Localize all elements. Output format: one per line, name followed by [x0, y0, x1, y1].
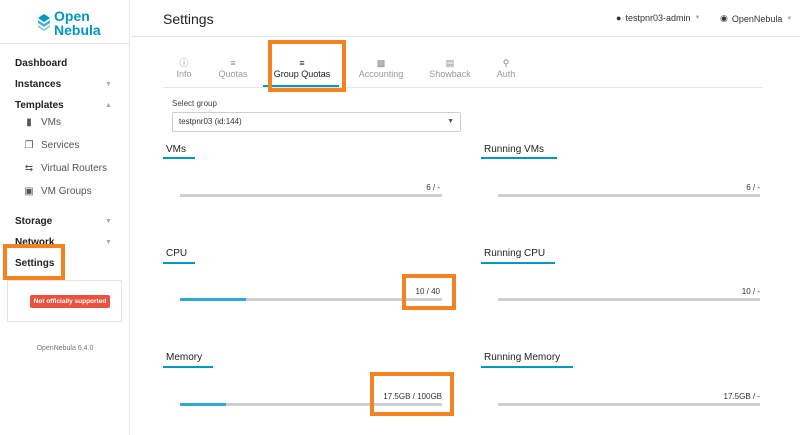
tab-label: Accounting — [358, 69, 404, 79]
chevron-down-icon: ▼ — [694, 15, 701, 21]
sidebar-item-storage[interactable]: Storage — [15, 216, 52, 227]
quota-title-underline — [481, 157, 557, 159]
cloud-logo-icon — [38, 14, 50, 31]
sidebar-item-label: Virtual Routers — [41, 163, 107, 174]
sidebar-item-dashboard[interactable]: Dashboard — [15, 58, 67, 69]
sidebar-item-label: Services — [41, 140, 80, 151]
sidebar-item-label: VMs — [41, 117, 61, 128]
highlight-box-settings — [3, 244, 65, 280]
quota-title-running-memory: Running Memory — [484, 352, 561, 363]
tab-showback[interactable]: ▤ Showback — [427, 58, 473, 79]
quota-title-underline — [163, 366, 213, 368]
user-name: testpnr03-admin — [625, 13, 691, 23]
quota-title-running-cpu: Running CPU — [484, 248, 546, 259]
quota-bar-vms — [180, 194, 442, 197]
bar-chart-icon: ▩ — [376, 58, 386, 68]
file-icon: ▮ — [26, 116, 32, 128]
sidebar-item-vms[interactable]: ▮ VMs — [24, 117, 61, 128]
zone-menu[interactable]: ◉ OpenNebula ▼ — [720, 13, 792, 24]
zone-name: OpenNebula — [731, 13, 783, 24]
quota-title-running-vms: Running VMs — [484, 144, 545, 155]
tab-quotas[interactable]: ≡ Quotas — [214, 58, 252, 79]
group-select[interactable]: testpnr03 (id:144) ▼ — [172, 112, 461, 132]
quota-bar-fill — [180, 403, 226, 406]
quota-title-underline — [163, 262, 195, 264]
sidebar-item-services[interactable]: ❐ Services — [24, 139, 80, 151]
tab-label: Auth — [496, 69, 516, 79]
user-menu[interactable]: ● testpnr03-admin ▼ — [616, 13, 700, 23]
files-icon: ❐ — [24, 139, 34, 151]
tab-info[interactable]: ⓘ Info — [172, 58, 196, 79]
select-group-label: Select group — [172, 99, 217, 108]
tabs-divider — [163, 87, 763, 88]
header-divider — [131, 36, 800, 37]
user-icon: ● — [616, 13, 622, 23]
quota-value-vms: 6 / - — [426, 183, 440, 192]
quota-title-cpu: CPU — [166, 248, 188, 259]
version-label: OpenNebula 6.4.0 — [36, 345, 94, 352]
chevron-down-icon: ▼ — [447, 118, 454, 125]
chevron-up-icon[interactable]: ▲ — [105, 102, 112, 109]
sidebar-item-instances[interactable]: Instances — [15, 79, 61, 90]
tab-label: Showback — [429, 69, 471, 79]
chevron-down-icon[interactable]: ▼ — [105, 239, 112, 246]
quota-title-underline — [163, 157, 195, 159]
shuffle-icon: ⇆ — [24, 162, 34, 174]
sidebar-item-label: VM Groups — [41, 186, 92, 197]
sidebar-item-virtual-routers[interactable]: ⇆ Virtual Routers — [24, 163, 107, 174]
list-icon: ≡ — [230, 58, 236, 68]
tab-label: Quotas — [218, 69, 248, 79]
chevron-down-icon: ▼ — [786, 15, 793, 22]
page-title: Settings — [163, 11, 214, 27]
quota-value-running-memory: 17.5GB / - — [723, 392, 760, 401]
quota-title-underline — [481, 366, 573, 368]
opennebula-logo[interactable]: Open Nebula — [36, 9, 108, 37]
highlight-box-cpu-value — [402, 274, 456, 310]
logo-text: Open Nebula — [54, 8, 101, 38]
quota-bar-running-memory — [498, 403, 760, 406]
tab-auth[interactable]: ⚲ Auth — [494, 58, 518, 79]
chevron-down-icon[interactable]: ▼ — [105, 218, 112, 225]
chevron-down-icon[interactable]: ▼ — [105, 81, 112, 88]
support-badge: Not officially supported — [30, 295, 110, 308]
highlight-box-memory-value — [370, 372, 454, 416]
highlight-box-group-quotas-tab — [268, 40, 346, 92]
sidebar: Open Nebula Dashboard Instances ▼ Templa… — [0, 0, 130, 435]
sidebar-item-vm-groups[interactable]: ▣ VM Groups — [24, 185, 92, 197]
tab-label: Info — [176, 69, 192, 79]
quota-title-underline — [481, 262, 555, 264]
group-select-value: testpnr03 (id:144) — [179, 117, 242, 126]
sidebar-divider — [0, 43, 130, 44]
quota-bar-running-cpu — [498, 298, 760, 301]
quota-value-running-vms: 6 / - — [746, 183, 760, 192]
quota-bar-running-vms — [498, 194, 760, 197]
money-icon: ▤ — [445, 58, 455, 68]
info-icon: ⓘ — [179, 58, 189, 68]
globe-icon: ◉ — [720, 13, 728, 23]
support-status-box: Not officially supported — [7, 280, 122, 322]
quota-value-running-cpu: 10 / - — [741, 287, 760, 296]
tab-accounting[interactable]: ▩ Accounting — [355, 58, 407, 79]
sidebar-item-templates[interactable]: Templates — [15, 100, 64, 111]
quota-title-memory: Memory — [166, 352, 203, 363]
quota-bar-fill — [180, 298, 246, 301]
folder-icon: ▣ — [24, 185, 34, 197]
quota-title-vms: VMs — [166, 144, 186, 155]
key-icon: ⚲ — [502, 58, 510, 68]
